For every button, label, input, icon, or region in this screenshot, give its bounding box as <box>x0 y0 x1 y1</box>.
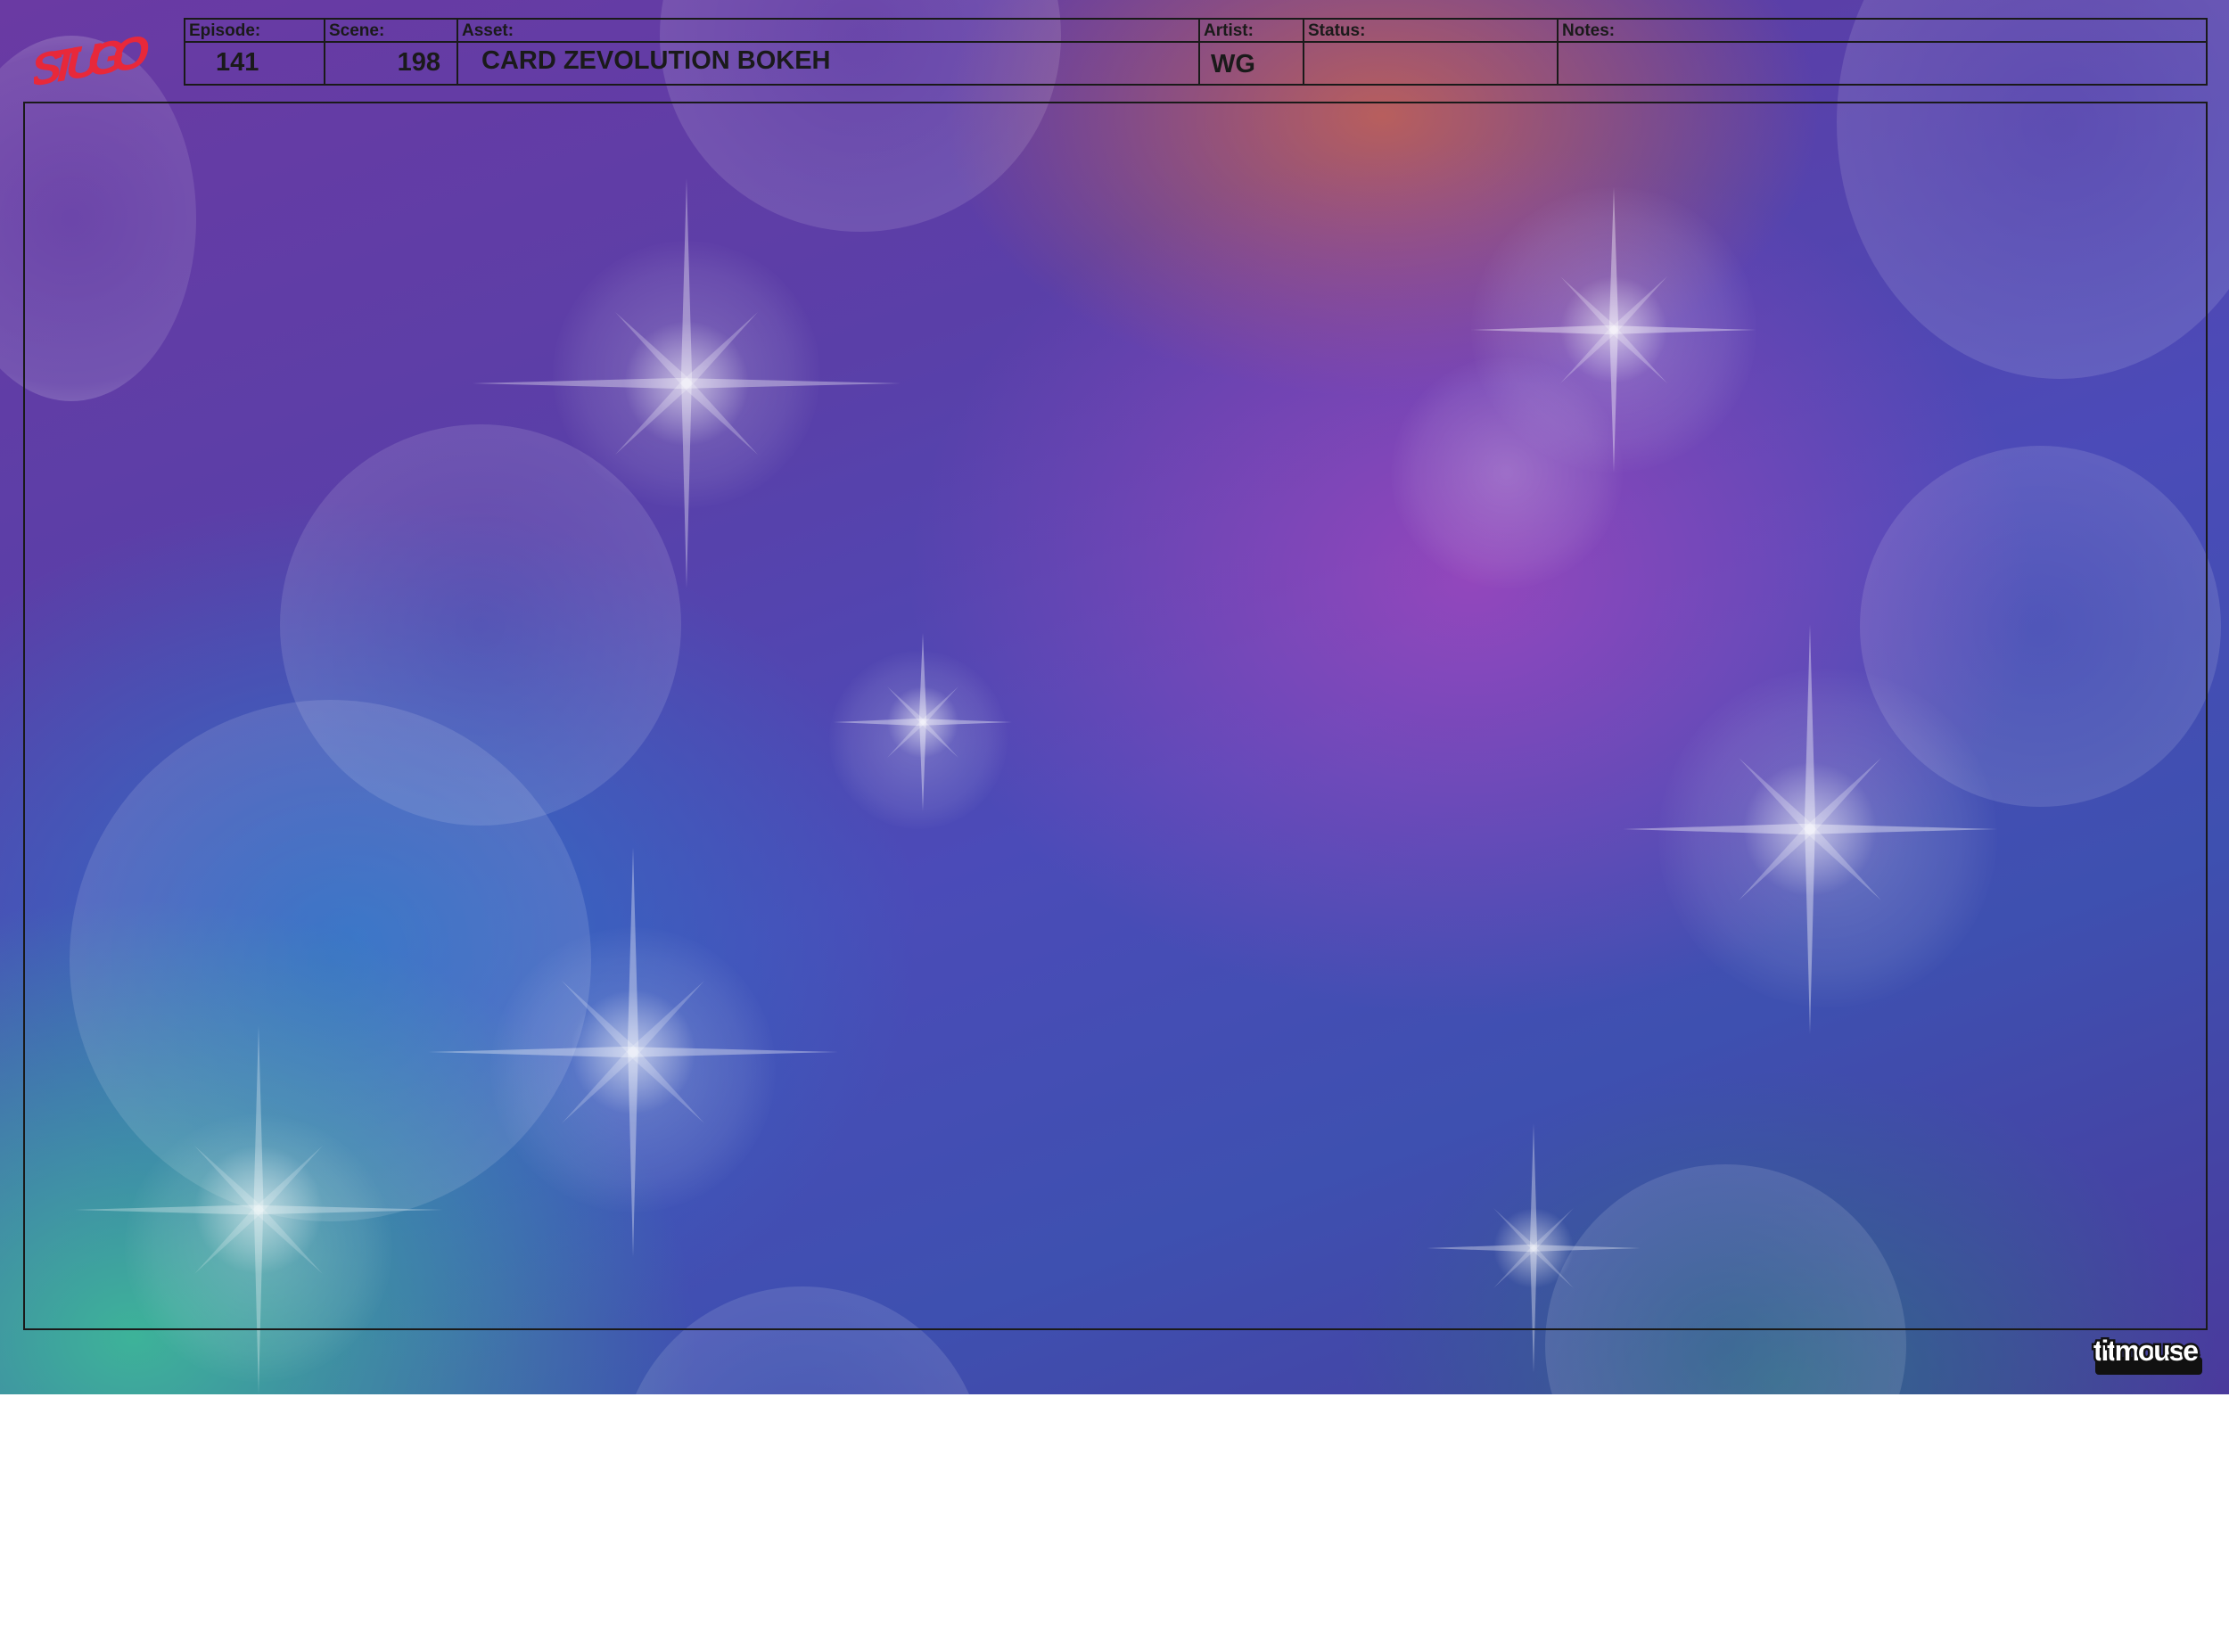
episode-label: Episode: <box>189 21 261 40</box>
asset-value: CARD ZEVOLUTION BOKEH <box>481 46 831 75</box>
bokeh-bubble <box>620 1286 985 1652</box>
artist-cell: Artist: WG <box>1200 20 1304 84</box>
safe-frame <box>23 102 2208 1330</box>
episode-cell: Episode: 141 <box>185 20 325 84</box>
scene-value: 198 <box>397 48 440 77</box>
stugo-logo: STUGO <box>34 25 150 89</box>
titmouse-logo: titmouse <box>2092 1333 2202 1375</box>
svg-text:titmouse: titmouse <box>2093 1335 2199 1367</box>
scene-label: Scene: <box>329 21 385 40</box>
status-label: Status: <box>1308 21 1366 40</box>
status-cell: Status: <box>1304 20 1559 84</box>
episode-value: 141 <box>216 48 259 77</box>
notes-cell: Notes: <box>1559 20 2206 84</box>
svg-text:STUGO: STUGO <box>34 25 150 89</box>
artist-label: Artist: <box>1204 21 1254 40</box>
slate-header: Episode: 141 Scene: 198 Asset: CARD ZEVO… <box>184 18 2208 86</box>
notes-label: Notes: <box>1562 21 1616 40</box>
asset-cell: Asset: CARD ZEVOLUTION BOKEH <box>458 20 1200 84</box>
scene-cell: Scene: 198 <box>325 20 458 84</box>
artist-value: WG <box>1211 50 1255 78</box>
asset-label: Asset: <box>462 21 514 40</box>
